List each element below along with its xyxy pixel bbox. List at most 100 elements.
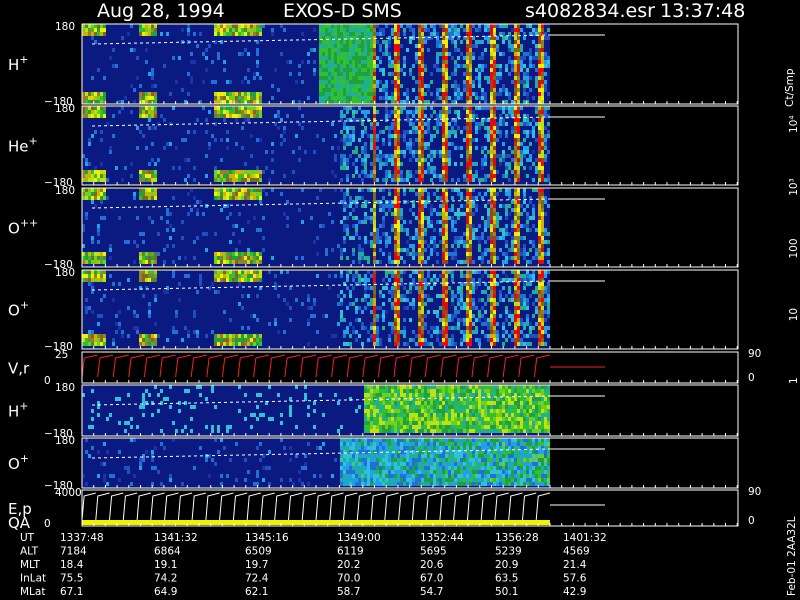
heatmap-cell [544,134,547,138]
heatmap-cell [238,92,241,96]
heatmap-cell [256,192,259,196]
heatmap-cell [520,64,523,68]
heatmap-cell [469,338,472,342]
heatmap-cell [223,252,226,256]
heatmap-cell [481,162,484,166]
heatmap-cell [514,204,517,208]
heatmap-cell [238,212,241,216]
heatmap-cell [493,92,496,96]
heatmap-cell [166,212,169,216]
heatmap-cell [514,154,517,158]
heatmap-cell [226,170,229,174]
heatmap-cell [322,52,325,56]
heatmap-cell [220,256,223,260]
heatmap-cell [364,421,367,425]
heatmap-cell [421,302,424,306]
heatmap-cell [337,88,340,92]
heatmap-cell [538,162,541,166]
heatmap-cell [520,150,523,154]
heatmap-cell [148,216,151,220]
heatmap-cell [334,52,337,56]
heatmap-cell [394,92,397,96]
heatmap-cell [385,88,388,92]
heatmap-cell [373,306,376,310]
heatmap-cell [394,212,397,216]
heatmap-cell [97,178,100,182]
heatmap-cell [460,192,463,196]
heatmap-cell [418,232,421,236]
heatmap-cell [442,130,445,134]
heatmap-cell [490,170,493,174]
heatmap-cell [457,48,460,52]
heatmap-cell [376,178,379,182]
heatmap-cell [214,174,217,178]
heatmap-cell [397,72,400,76]
heatmap-cell [217,24,220,28]
heatmap-cell [502,236,505,240]
heatmap-cell [442,150,445,154]
heatmap-cell [349,342,352,346]
heatmap-cell [427,330,430,334]
heatmap-cell [475,130,478,134]
heatmap-cell [340,248,343,252]
heatmap-cell [352,224,355,228]
heatmap-cell [241,334,244,338]
heatmap-cell [427,224,430,228]
heatmap-cell [139,24,142,28]
heatmap-cell [493,294,496,298]
heatmap-cell [478,24,481,28]
heatmap-cell [493,76,496,80]
heatmap-cell [433,170,436,174]
heatmap-cell [526,118,529,122]
heatmap-cell [493,196,496,200]
heatmap-cell [232,174,235,178]
heatmap-cell [520,162,523,166]
heatmap-cell [259,174,262,178]
heatmap-cell [199,274,202,278]
heatmap-cell [493,36,496,40]
heatmap-cell [376,429,379,433]
heatmap-cell [91,278,94,282]
heatmap-cell [418,24,421,28]
heatmap-cell [538,270,541,274]
heatmap-cell [547,282,550,286]
heatmap-cell [85,188,88,192]
heatmap-cell [502,84,505,88]
heatmap-cell [346,178,349,182]
heatmap-cell [211,330,214,334]
heatmap-cell [493,244,496,248]
heatmap-cell [262,188,265,192]
heatmap-cell [469,80,472,84]
heatmap-cell [508,166,511,170]
heatmap-cell [547,232,550,236]
heatmap-cell [493,314,496,318]
heatmap-cell [397,40,400,44]
heatmap-cell [397,138,400,142]
heatmap-cell [478,96,481,100]
heatmap-cell [370,126,373,130]
heatmap-cell [427,170,430,174]
heatmap-cell [244,342,247,346]
heatmap-cell [472,322,475,326]
heatmap-cell [427,130,430,134]
heatmap-cell [346,126,349,130]
heatmap-cell [427,342,430,346]
heatmap-cell [376,154,379,158]
heatmap-cell [361,28,364,32]
heatmap-cell [370,429,373,433]
heatmap-cell [427,270,430,274]
heatmap-cell [394,196,397,200]
heatmap-cell [409,188,412,192]
heatmap-cell [283,174,286,178]
heatmap-cell [523,52,526,56]
heatmap-cell [451,326,454,330]
heatmap-cell [394,322,397,326]
heatmap-cell [364,413,367,417]
heatmap-cell [490,286,493,290]
heatmap-cell [397,146,400,150]
heatmap-cell [472,228,475,232]
heatmap-cell [358,84,361,88]
heatmap-cell [400,248,403,252]
heatmap-cell [379,204,382,208]
heatmap-cell [250,278,253,282]
